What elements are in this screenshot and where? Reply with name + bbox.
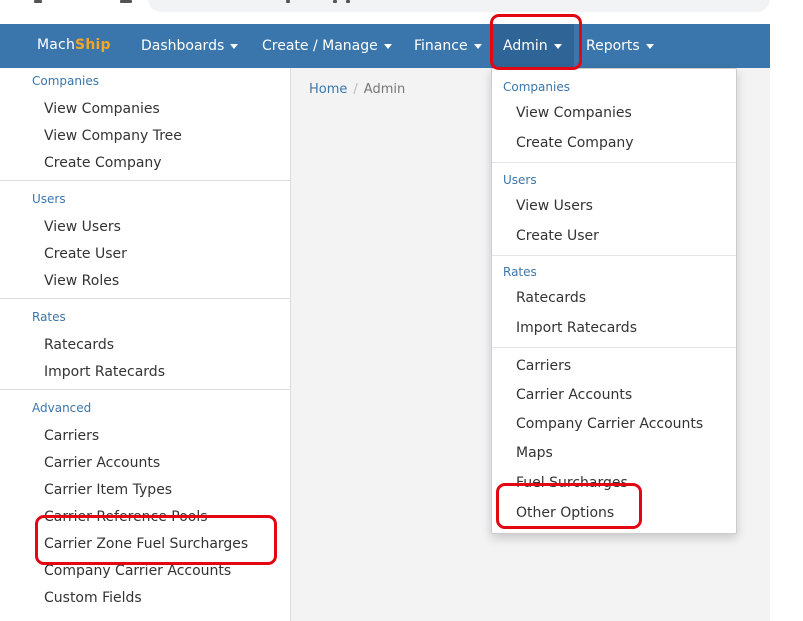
sidebar-item-carriers[interactable]: Carriers [44, 428, 99, 444]
sidebar-item-import-ratecards[interactable]: Import Ratecards [44, 364, 165, 380]
dropdown-header-users: Users [503, 173, 537, 187]
right-margin [770, 24, 803, 621]
nav-reports-label: Reports [586, 38, 640, 54]
sidebar-item-create-company[interactable]: Create Company [44, 155, 162, 171]
cut-glyph [286, 0, 290, 3]
sidebar-item-view-company-tree[interactable]: View Company Tree [44, 128, 182, 144]
dropdown-item-create-company[interactable]: Create Company [516, 135, 634, 151]
sidebar-item-company-carrier-accounts[interactable]: Company Carrier Accounts [44, 563, 231, 579]
brand-accent-text: Ship [75, 37, 111, 53]
chevron-down-icon [473, 43, 482, 49]
sidebar-item-custom-fields[interactable]: Custom Fields [44, 590, 142, 606]
nav-admin[interactable]: Admin [491, 24, 574, 68]
sidebar-header-advanced: Advanced [32, 401, 92, 415]
nav-admin-label: Admin [503, 38, 548, 54]
nav-finance[interactable]: Finance [414, 24, 482, 68]
chevron-down-icon [553, 43, 562, 49]
sidebar-item-ratecards[interactable]: Ratecards [44, 337, 114, 353]
chevron-down-icon [645, 43, 654, 49]
top-navbar: MachShip Dashboards Create / Manage Fina… [0, 24, 770, 68]
nav-finance-label: Finance [414, 38, 468, 54]
sidebar-item-view-users[interactable]: View Users [44, 219, 121, 235]
nav-create-manage-label: Create / Manage [262, 38, 378, 54]
chevron-down-icon [230, 43, 239, 49]
breadcrumb-home[interactable]: Home [309, 82, 347, 97]
cut-glyph [333, 0, 337, 3]
dropdown-header-companies: Companies [503, 80, 570, 94]
dropdown-item-create-user[interactable]: Create User [516, 228, 599, 244]
dropdown-item-other-options[interactable]: Other Options [516, 505, 614, 521]
nav-dashboards-label: Dashboards [141, 38, 225, 54]
breadcrumb: Home / Admin [309, 82, 405, 97]
dropdown-item-import-ratecards[interactable]: Import Ratecards [516, 320, 637, 336]
sidebar-divider [0, 298, 290, 299]
cut-glyph [120, 0, 132, 3]
dropdown-divider [492, 255, 736, 256]
cut-glyph [34, 0, 42, 3]
sidebar: Companies View Companies View Company Tr… [0, 68, 291, 621]
cut-glyph [346, 0, 350, 3]
chevron-down-icon [383, 43, 392, 49]
dropdown-item-fuel-surcharges[interactable]: Fuel Surcharges [516, 475, 628, 491]
sidebar-item-view-roles[interactable]: View Roles [44, 273, 119, 289]
nav-reports[interactable]: Reports [586, 24, 654, 68]
dropdown-item-company-carrier-accounts[interactable]: Company Carrier Accounts [516, 416, 703, 432]
breadcrumb-separator: / [353, 82, 358, 97]
dropdown-item-view-users[interactable]: View Users [516, 198, 593, 214]
sidebar-item-carrier-reference-pools[interactable]: Carrier Reference Pools [44, 509, 208, 525]
brand-text: Mach [37, 37, 76, 53]
breadcrumb-current: Admin [363, 82, 406, 97]
sidebar-item-carrier-zone-fuel-surcharges[interactable]: Carrier Zone Fuel Surcharges [44, 536, 248, 552]
dropdown-item-carrier-accounts[interactable]: Carrier Accounts [516, 387, 632, 403]
admin-dropdown-menu: Companies View Companies Create Company … [491, 68, 737, 534]
nav-dashboards[interactable]: Dashboards [141, 24, 239, 68]
dropdown-item-view-companies[interactable]: View Companies [516, 105, 632, 121]
sidebar-item-carrier-item-types[interactable]: Carrier Item Types [44, 482, 172, 498]
sidebar-item-view-companies[interactable]: View Companies [44, 101, 160, 117]
brand-logo[interactable]: MachShip [37, 37, 111, 53]
browser-top-strip [0, 0, 803, 24]
dropdown-item-maps[interactable]: Maps [516, 445, 553, 461]
sidebar-header-companies: Companies [32, 74, 99, 88]
dropdown-item-ratecards[interactable]: Ratecards [516, 290, 586, 306]
dropdown-divider [492, 347, 736, 348]
sidebar-item-carrier-accounts[interactable]: Carrier Accounts [44, 455, 160, 471]
sidebar-header-rates: Rates [32, 310, 66, 324]
dropdown-divider [492, 162, 736, 163]
sidebar-header-users: Users [32, 192, 66, 206]
dropdown-header-rates: Rates [503, 265, 537, 279]
nav-create-manage[interactable]: Create / Manage [262, 24, 392, 68]
dropdown-item-carriers[interactable]: Carriers [516, 358, 571, 374]
address-bar[interactable] [148, 0, 770, 12]
sidebar-divider [0, 389, 290, 390]
sidebar-item-create-user[interactable]: Create User [44, 246, 127, 262]
sidebar-divider [0, 180, 290, 181]
